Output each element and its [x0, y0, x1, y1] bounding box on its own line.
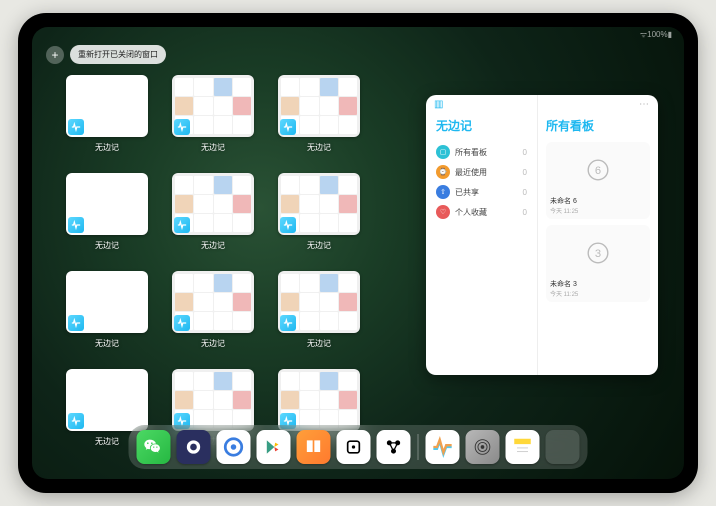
window-label: 无边记: [201, 338, 225, 349]
dock-dice-app[interactable]: [337, 430, 371, 464]
window-label: 无边记: [307, 240, 331, 251]
dock-wechat[interactable]: [137, 430, 171, 464]
window-thumbnail-2[interactable]: 无边记: [278, 75, 360, 153]
window-thumbnail-4[interactable]: 无边记: [172, 173, 254, 251]
dock-settings[interactable]: [466, 430, 500, 464]
thumbnail-preview: [66, 369, 148, 431]
board-preview: 3: [550, 229, 646, 277]
svg-text:3: 3: [595, 248, 601, 260]
menu-count: 0: [523, 168, 527, 177]
menu-icon: ⌚: [436, 165, 450, 179]
dock-quark-light[interactable]: [217, 430, 251, 464]
reopen-closed-window-button[interactable]: 重新打开已关闭的窗口: [70, 45, 166, 64]
freeform-app-icon: [174, 119, 190, 135]
dock-books[interactable]: [297, 430, 331, 464]
status-bar: ᯤ 100% ▮: [32, 27, 684, 41]
board-time: 今天 11:25: [550, 289, 646, 298]
window-label: 无边记: [95, 338, 119, 349]
panel-sidebar: 无边记 ▢ 所有看板 0 ⌚ 最近使用 0 ⇧ 已共享 0 ♡ 个人收藏 0: [426, 95, 538, 375]
window-thumbnail-3[interactable]: 无边记: [66, 173, 148, 251]
thumbnail-preview: [172, 271, 254, 333]
window-thumbnail-1[interactable]: 无边记: [172, 75, 254, 153]
dock-app-folder[interactable]: [546, 430, 580, 464]
thumbnail-preview: [172, 369, 254, 431]
panel-sidebar-title: 无边记: [436, 117, 527, 134]
dock-play-store[interactable]: [257, 430, 291, 464]
window-label: 无边记: [95, 142, 119, 153]
board-name: 未命名 3: [550, 279, 646, 289]
thumbnail-preview: [172, 173, 254, 235]
freeform-panel: ▥ ⋯ 无边记 ▢ 所有看板 0 ⌚ 最近使用 0 ⇧ 已共享 0 ♡ 个人收藏…: [426, 95, 658, 375]
menu-icon: ⇧: [436, 185, 450, 199]
window-label: 无边记: [201, 142, 225, 153]
menu-count: 0: [523, 148, 527, 157]
sidebar-item-3[interactable]: ♡ 个人收藏 0: [436, 202, 527, 222]
more-icon[interactable]: ⋯: [639, 99, 650, 110]
thumbnail-preview: [66, 271, 148, 333]
window-thumbnail-5[interactable]: 无边记: [278, 173, 360, 251]
freeform-app-icon: [68, 119, 84, 135]
ipad-frame: ᯤ 100% ▮ + 重新打开已关闭的窗口 无边记 无边记 无边记 无边记: [18, 13, 698, 493]
freeform-app-icon: [280, 119, 296, 135]
board-preview: 6: [550, 146, 646, 194]
sidebar-item-1[interactable]: ⌚ 最近使用 0: [436, 162, 527, 182]
menu-icon: ▢: [436, 145, 450, 159]
freeform-app-icon: [280, 315, 296, 331]
menu-label: 个人收藏: [455, 207, 518, 218]
dock-nodes-app[interactable]: [377, 430, 411, 464]
battery-icon: ▮: [668, 30, 672, 39]
window-thumbnail-8[interactable]: 无边记: [278, 271, 360, 349]
window-thumbnail-6[interactable]: 无边记: [66, 271, 148, 349]
menu-label: 所有看板: [455, 147, 518, 158]
freeform-app-icon: [68, 217, 84, 233]
sidebar-item-0[interactable]: ▢ 所有看板 0: [436, 142, 527, 162]
dock-quark-dark[interactable]: [177, 430, 211, 464]
sidebar-toggle-icon[interactable]: ▥: [434, 99, 443, 110]
dock-notes[interactable]: [506, 430, 540, 464]
menu-icon: ♡: [436, 205, 450, 219]
window-label: 无边记: [307, 338, 331, 349]
dock-freeform[interactable]: [426, 430, 460, 464]
thumbnail-preview: [278, 75, 360, 137]
window-label: 无边记: [201, 240, 225, 251]
thumbnail-preview: [66, 75, 148, 137]
window-thumbnail-0[interactable]: 无边记: [66, 75, 148, 153]
dock: [129, 425, 588, 469]
battery-label: 100%: [647, 30, 667, 39]
thumbnail-preview: [66, 173, 148, 235]
panel-content-title: 所有看板: [546, 117, 650, 134]
window-grid: 无边记 无边记 无边记 无边记 无边记 无边记: [66, 75, 446, 447]
top-bar: + 重新打开已关闭的窗口: [46, 45, 166, 64]
menu-label: 最近使用: [455, 167, 518, 178]
board-item-1[interactable]: 3 未命名 3 今天 11:25: [546, 225, 650, 302]
wifi-icon: ᯤ: [640, 29, 647, 40]
panel-content: 所有看板 6 未命名 6 今天 11:25 3 未命名 3 今天 11:25: [538, 95, 658, 375]
menu-count: 0: [523, 188, 527, 197]
dock-separator: [418, 434, 419, 460]
freeform-app-icon: [174, 315, 190, 331]
thumbnail-preview: [172, 75, 254, 137]
window-thumbnail-7[interactable]: 无边记: [172, 271, 254, 349]
window-label: 无边记: [95, 436, 119, 447]
thumbnail-preview: [278, 271, 360, 333]
board-name: 未命名 6: [550, 196, 646, 206]
freeform-app-icon: [68, 315, 84, 331]
window-label: 无边记: [307, 142, 331, 153]
thumbnail-preview: [278, 369, 360, 431]
screen: ᯤ 100% ▮ + 重新打开已关闭的窗口 无边记 无边记 无边记 无边记: [32, 27, 684, 479]
board-item-0[interactable]: 6 未命名 6 今天 11:25: [546, 142, 650, 219]
board-time: 今天 11:25: [550, 206, 646, 215]
svg-text:6: 6: [595, 165, 601, 177]
freeform-app-icon: [68, 413, 84, 429]
menu-label: 已共享: [455, 187, 518, 198]
freeform-app-icon: [174, 217, 190, 233]
new-window-button[interactable]: +: [46, 46, 64, 64]
thumbnail-preview: [278, 173, 360, 235]
freeform-app-icon: [280, 217, 296, 233]
sidebar-item-2[interactable]: ⇧ 已共享 0: [436, 182, 527, 202]
menu-count: 0: [523, 208, 527, 217]
window-label: 无边记: [95, 240, 119, 251]
